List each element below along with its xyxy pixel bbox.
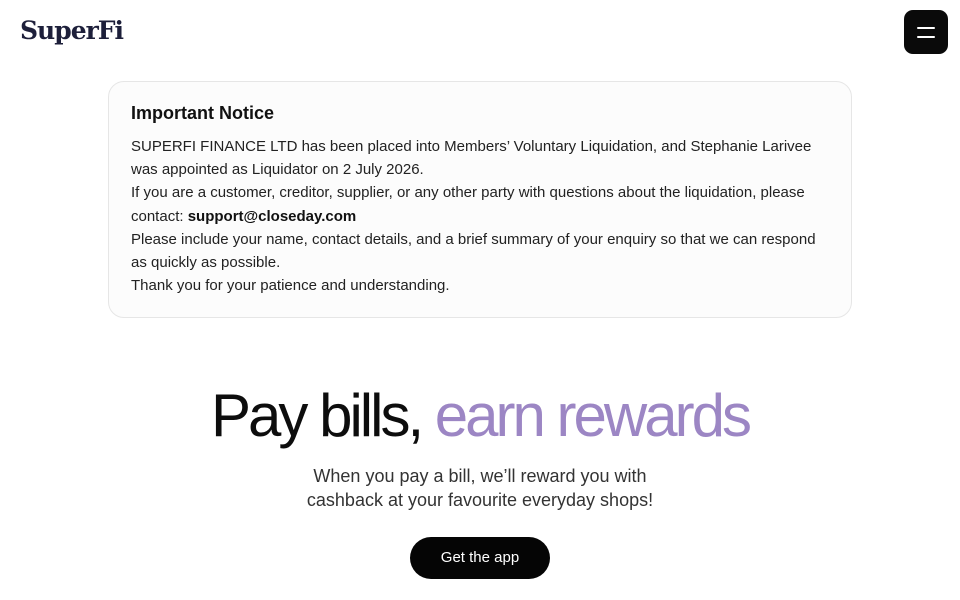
site-header: SuperFi <box>0 0 960 64</box>
hero-title-main: Pay bills, <box>211 382 435 449</box>
contact-email-link[interactable]: support@closeday.com <box>188 208 357 225</box>
important-notice-card: Important Notice SUPERFI FINANCE LTD has… <box>108 81 852 318</box>
get-the-app-button[interactable]: Get the app <box>410 537 550 579</box>
notice-paragraph-thanks: Thank you for your patience and understa… <box>131 277 450 295</box>
hamburger-menu-icon <box>917 27 935 29</box>
hero-subtitle-line-2: cashback at your favourite everyday shop… <box>306 490 654 510</box>
menu-button[interactable] <box>904 10 948 54</box>
hero-title-accent: earn rewards <box>434 382 752 449</box>
hero-subtitle: When you pay a bill, we’ll reward you wi… <box>0 464 960 512</box>
notice-paragraph-enquiry: Please include your name, contact detail… <box>131 230 816 272</box>
notice-body: SUPERFI FINANCE LTD has been placed into… <box>131 135 829 297</box>
hero-title: Pay bills, earn rewards <box>0 380 960 452</box>
superfi-logo[interactable]: SuperFi <box>20 13 124 49</box>
notice-paragraph-contact: If you are a customer, creditor, supplie… <box>131 181 829 227</box>
notice-title: Important Notice <box>131 103 275 123</box>
hero-subtitle-line-1: When you pay a bill, we’ll reward you wi… <box>313 466 647 486</box>
hamburger-menu-icon-bar <box>917 36 935 38</box>
notice-paragraph-liquidation: SUPERFI FINANCE LTD has been placed into… <box>131 138 812 179</box>
